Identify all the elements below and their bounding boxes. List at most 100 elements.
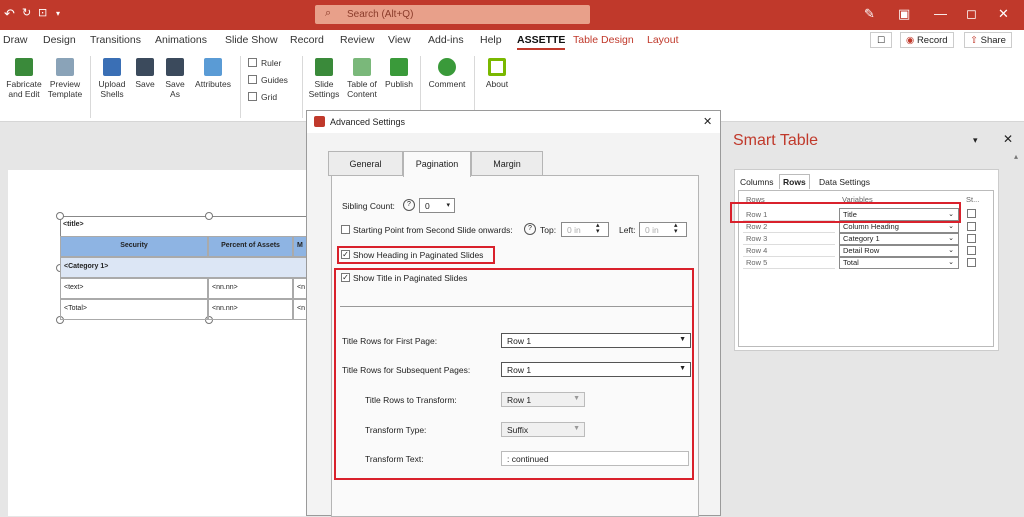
ribbon-separator <box>420 56 421 118</box>
tab-draw[interactable]: Draw <box>3 34 28 46</box>
upload-shells-button[interactable]: Upload Shells <box>95 58 129 99</box>
attributes-icon <box>204 58 222 76</box>
chevron-down-icon: ▾ <box>446 202 450 209</box>
save-button[interactable]: Save <box>131 58 159 89</box>
status-checkbox[interactable] <box>967 258 976 267</box>
sibling-count-select[interactable]: 0 ▾ <box>419 198 455 213</box>
row-label: Row 5 <box>743 257 835 269</box>
tab-design[interactable]: Design <box>43 34 76 46</box>
slideshow-icon[interactable]: ⊡ <box>38 6 47 19</box>
undo-icon[interactable]: ↶ <box>4 6 15 22</box>
top-input[interactable]: 0 in <box>561 222 609 237</box>
publish-button[interactable]: Publish <box>383 58 415 89</box>
share-icon: ⇧ <box>970 35 978 46</box>
save-as-icon <box>166 58 184 76</box>
row-label: Row 4 <box>743 245 835 257</box>
fabricate-button[interactable]: Fabricate and Edit <box>3 58 45 99</box>
guides-checkbox[interactable] <box>248 75 257 84</box>
pen-icon[interactable]: ✎ <box>864 6 875 22</box>
slide-title-placeholder: <title> <box>63 221 84 228</box>
ruler-label: Ruler <box>261 58 282 68</box>
tab-pagination[interactable]: Pagination <box>403 151 471 177</box>
ruler-checkbox[interactable] <box>248 58 257 67</box>
scroll-up-icon[interactable]: ▴ <box>1014 152 1018 161</box>
smart-table-pane: Smart Table ▾ ✕ ▴ Columns Rows Data Sett… <box>727 122 1024 516</box>
variable-select[interactable]: Total ⌄ <box>839 257 959 269</box>
dialog-close-button[interactable]: ✕ <box>703 115 712 128</box>
publish-icon <box>390 58 408 76</box>
customize-icon[interactable]: ▾ <box>56 9 60 18</box>
transform-type-label: Transform Type: <box>365 425 427 435</box>
pane-close-icon[interactable]: ✕ <box>1003 132 1013 146</box>
show-heading-checkbox[interactable]: ✓ <box>341 250 350 259</box>
close-window-icon[interactable]: ✕ <box>998 6 1009 22</box>
left-input[interactable]: 0 in <box>639 222 687 237</box>
tab-review[interactable]: Review <box>340 34 374 46</box>
record-dot-icon: ◉ <box>906 35 915 46</box>
variable-select[interactable]: Category 1 ⌄ <box>839 233 959 245</box>
about-button[interactable]: About <box>480 58 514 89</box>
top-label: Top: <box>540 225 557 235</box>
preview-template-button[interactable]: Preview Template <box>44 58 86 99</box>
transform-rows-label: Title Rows to Transform: <box>365 395 457 405</box>
help-icon[interactable]: ? <box>403 199 415 211</box>
transform-text-input[interactable]: : continued <box>501 451 689 466</box>
transform-text-label: Transform Text: <box>365 454 424 464</box>
settings-icon <box>315 58 333 76</box>
status-checkbox[interactable] <box>967 209 976 218</box>
tab-rows[interactable]: Rows <box>779 174 810 189</box>
save-as-button[interactable]: Save As <box>161 58 189 99</box>
minimize-icon[interactable]: — <box>934 6 947 21</box>
help-icon[interactable]: ? <box>524 223 536 235</box>
tab-slide-show[interactable]: Slide Show <box>225 34 278 46</box>
status-checkbox[interactable] <box>967 246 976 255</box>
status-checkbox[interactable] <box>967 222 976 231</box>
grid-checkbox[interactable] <box>248 92 257 101</box>
search-icon: ⌕ <box>325 7 332 19</box>
variable-select[interactable]: Detail Row ⌄ <box>839 245 959 257</box>
tab-columns[interactable]: Columns <box>738 176 776 188</box>
transform-type-select[interactable]: Suffix ▼ <box>501 422 585 437</box>
tab-table-design[interactable]: Table Design <box>573 34 634 46</box>
redo-icon[interactable]: ↻ <box>22 6 31 19</box>
tab-assette[interactable]: ASSETTE <box>517 34 566 50</box>
starting-point-checkbox[interactable] <box>341 225 350 234</box>
tab-animations[interactable]: Animations <box>155 34 207 46</box>
chevron-down-icon: ⌄ <box>948 223 954 230</box>
tab-layout[interactable]: Layout <box>647 34 679 46</box>
table-cell: <text> <box>60 278 208 299</box>
search-box[interactable]: ⌕ Search (Alt+Q) <box>315 5 590 24</box>
ribbon-separator <box>90 56 91 118</box>
chevron-down-icon: ▼ <box>573 425 580 432</box>
first-page-select[interactable]: Row 1 ▼ <box>501 333 691 348</box>
tab-add-ins[interactable]: Add-ins <box>428 34 464 46</box>
chevron-down-icon: ⌄ <box>948 259 954 266</box>
tab-transitions[interactable]: Transitions <box>90 34 141 46</box>
share-button[interactable]: ⇧ Share <box>964 32 1012 48</box>
left-spinner-icon[interactable]: ▴ ▾ <box>674 222 678 235</box>
record-button[interactable]: ◉ Record <box>900 32 954 48</box>
show-title-checkbox[interactable]: ✓ <box>341 273 350 282</box>
top-spinner-icon[interactable]: ▴ ▾ <box>596 222 600 235</box>
comments-icon[interactable]: ☐ <box>870 32 892 48</box>
tab-view[interactable]: View <box>388 34 411 46</box>
pane-options-icon[interactable]: ▾ <box>973 135 978 146</box>
toc-icon <box>353 58 371 76</box>
attributes-button[interactable]: Attributes <box>191 58 235 89</box>
table-of-content-button[interactable]: Table of Content <box>342 58 382 99</box>
display-icon[interactable]: ▣ <box>898 6 910 22</box>
slide-settings-button[interactable]: Slide Settings <box>306 58 342 99</box>
transform-rows-select[interactable]: Row 1 ▼ <box>501 392 585 407</box>
upload-icon <box>103 58 121 76</box>
fabricate-icon <box>15 58 33 76</box>
tab-data-settings[interactable]: Data Settings <box>817 176 872 188</box>
status-checkbox[interactable] <box>967 234 976 243</box>
comment-icon <box>438 58 456 76</box>
tab-help[interactable]: Help <box>480 34 502 46</box>
tab-margin[interactable]: Margin <box>471 151 543 176</box>
comment-button[interactable]: Comment <box>425 58 469 89</box>
tab-record[interactable]: Record <box>290 34 324 46</box>
maximize-icon[interactable]: ◻ <box>966 6 977 22</box>
subsequent-pages-select[interactable]: Row 1 ▼ <box>501 362 691 377</box>
tab-general[interactable]: General <box>328 151 403 176</box>
